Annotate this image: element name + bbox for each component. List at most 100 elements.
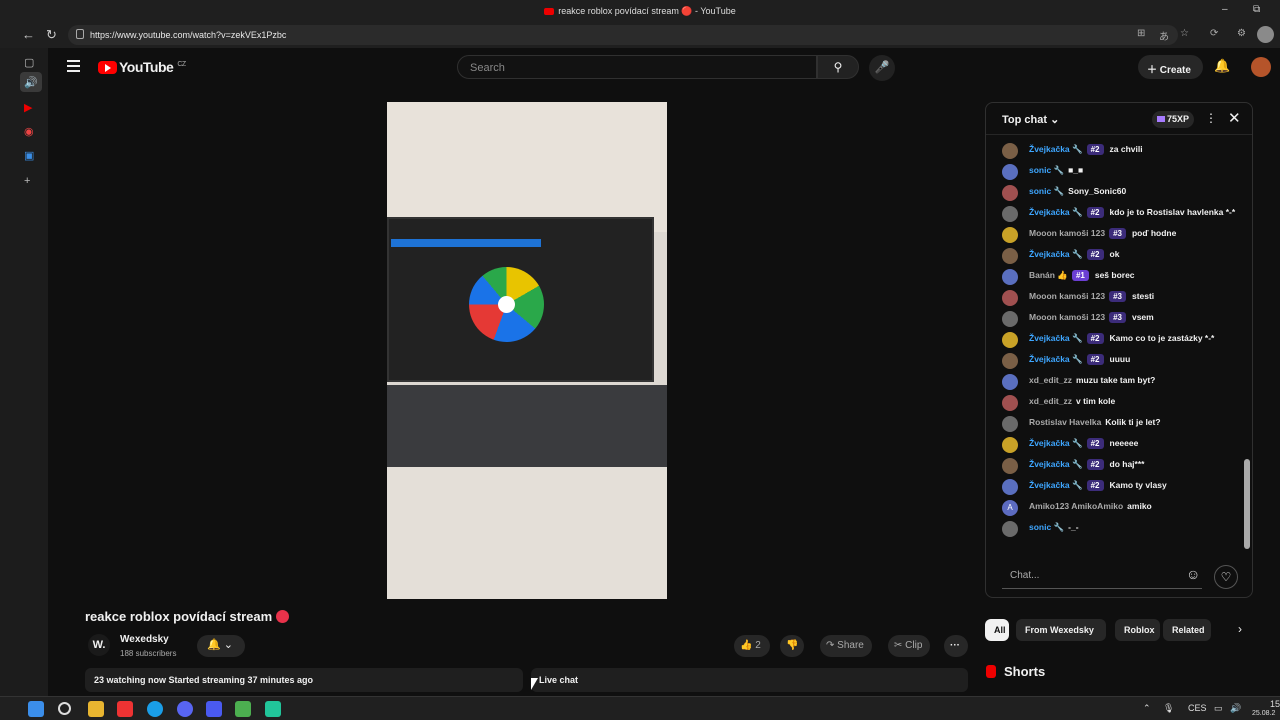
channel-name[interactable]: Wexedsky	[120, 634, 169, 645]
search-icon[interactable]: ⚲	[817, 55, 859, 79]
create-button[interactable]: ＋ Create	[1138, 55, 1203, 79]
chat-author-name[interactable]: Rostislav Havelka	[1029, 417, 1101, 427]
add-tab-icon[interactable]: +	[24, 175, 30, 187]
volume-icon[interactable]: 🔊	[1230, 703, 1241, 714]
chat-author-avatar[interactable]	[1002, 416, 1018, 432]
chat-author-avatar[interactable]	[1002, 332, 1018, 348]
chat-author-name[interactable]: Žvejkačka 🔧	[1029, 459, 1083, 469]
chat-message[interactable]: A Amiko123 AmikoAmiko amiko	[986, 496, 1244, 517]
tabs-icon[interactable]: ▢	[24, 56, 34, 69]
account-avatar[interactable]	[1251, 57, 1271, 77]
chat-input[interactable]: Chat...	[1002, 565, 1202, 589]
more-actions-button[interactable]: ···	[944, 635, 968, 657]
mic-tray-icon[interactable]: 🎙	[1163, 703, 1174, 714]
edge-icon[interactable]	[147, 701, 163, 717]
dislike-button[interactable]: 👎	[780, 635, 804, 657]
chat-author-avatar[interactable]	[1002, 269, 1018, 285]
chip-related[interactable]: Related	[1163, 619, 1211, 641]
chat-scrollbar[interactable]	[1244, 139, 1250, 559]
chat-author-avatar[interactable]	[1002, 395, 1018, 411]
chat-author-avatar[interactable]	[1002, 521, 1018, 537]
clock-date[interactable]: 25.08.2	[1252, 710, 1275, 717]
chevron-right-icon[interactable]: ›	[1238, 622, 1242, 636]
app-icon[interactable]: ⊞	[1137, 28, 1145, 39]
menu-icon[interactable]	[67, 60, 80, 72]
chat-message-list[interactable]: Žvejkačka 🔧 #2 za chvili sonic 🔧 ■_■ sonic 🔧 S…	[986, 139, 1244, 559]
microphone-icon[interactable]: 🎤	[869, 55, 895, 81]
chat-message[interactable]: Žvejkačka 🔧 #2 neeeee	[986, 433, 1244, 454]
chat-author-avatar[interactable]: A	[1002, 500, 1018, 516]
chat-author-name[interactable]: Mooon kamoši 123	[1029, 291, 1105, 301]
back-button[interactable]: ←	[22, 27, 35, 42]
chat-message[interactable]: Rostislav Havelka Kolik ti je let?	[986, 412, 1244, 433]
profile-avatar[interactable]	[1257, 26, 1274, 43]
chat-author-name[interactable]: Mooon kamoši 123	[1029, 228, 1105, 238]
chat-message[interactable]: Žvejkačka 🔧 #2 kdo je to Rostislav havlenk…	[986, 202, 1244, 223]
chat-author-avatar[interactable]	[1002, 479, 1018, 495]
chat-author-avatar[interactable]	[1002, 227, 1018, 243]
chat-message[interactable]: Žvejkačka 🔧 #2 uuuu	[986, 349, 1244, 370]
search-input[interactable]: Search	[457, 55, 817, 79]
clock-time[interactable]: 15	[1270, 699, 1280, 709]
chat-author-avatar[interactable]	[1002, 458, 1018, 474]
chat-author-name[interactable]: Amiko123 AmikoAmiko	[1029, 501, 1123, 511]
chat-author-name[interactable]: Banán 👍	[1029, 270, 1068, 280]
file-explorer-icon[interactable]	[88, 701, 104, 717]
chat-author-name[interactable]: xd_edit_zz	[1029, 375, 1072, 385]
roblox-studio-icon[interactable]	[206, 701, 222, 717]
address-bar[interactable]: https://www.youtube.com/watch?v=zekVEx1P…	[68, 25, 1178, 45]
xp-badge[interactable]: 75XP	[1152, 111, 1194, 128]
chat-message[interactable]: Mooon kamoši 123 #3 stesti	[986, 286, 1244, 307]
chat-author-avatar[interactable]	[1002, 290, 1018, 306]
chat-message[interactable]: Banán 👍 #1 seš borec	[986, 265, 1244, 286]
discord-icon[interactable]	[177, 701, 193, 717]
live-chat-toggle[interactable]: Live chat	[531, 668, 968, 692]
chat-author-name[interactable]: sonic 🔧	[1029, 522, 1064, 532]
chat-message[interactable]: Mooon kamoši 123 #3 vsem	[986, 307, 1244, 328]
chat-options-icon[interactable]: ⋮	[1205, 111, 1217, 125]
close-icon[interactable]: ✕	[1228, 109, 1241, 127]
restore-button[interactable]: ⧉	[1253, 4, 1260, 15]
chat-message[interactable]: xd_edit_zz v tim kole	[986, 391, 1244, 412]
search-taskbar-icon[interactable]	[58, 702, 71, 715]
heart-icon[interactable]: ♡	[1214, 565, 1238, 589]
chat-author-avatar[interactable]	[1002, 374, 1018, 390]
share-button[interactable]: ↷ Share	[820, 635, 872, 657]
chat-author-avatar[interactable]	[1002, 353, 1018, 369]
notifications-icon[interactable]: 🔔	[1214, 58, 1230, 74]
chat-author-name[interactable]: xd_edit_zz	[1029, 396, 1072, 406]
youtube-logo[interactable]: YouTube CZ	[98, 59, 186, 75]
video-player[interactable]	[387, 102, 667, 599]
chat-author-avatar[interactable]	[1002, 311, 1018, 327]
chat-author-name[interactable]: sonic 🔧	[1029, 165, 1064, 175]
minecraft-icon[interactable]	[235, 701, 251, 717]
notification-bell-button[interactable]: 🔔 ⌄	[197, 635, 245, 657]
chat-author-name[interactable]: Mooon kamoši 123	[1029, 312, 1105, 322]
refresh-icon[interactable]: ⟳	[1210, 28, 1218, 39]
chat-author-name[interactable]: Žvejkačka 🔧	[1029, 333, 1083, 343]
like-button[interactable]: 👍 2	[734, 635, 770, 657]
chat-author-name[interactable]: Žvejkačka 🔧	[1029, 144, 1083, 154]
chat-message[interactable]: sonic 🔧 -_-	[986, 517, 1244, 538]
chat-message[interactable]: sonic 🔧 Sony_Sonic60	[986, 181, 1244, 202]
start-icon[interactable]	[28, 701, 44, 717]
chat-message[interactable]: Žvejkačka 🔧 #2 do haj***	[986, 454, 1244, 475]
app-icon[interactable]	[265, 701, 281, 717]
chip-roblox[interactable]: Roblox	[1115, 619, 1160, 641]
record-icon[interactable]: ◉	[24, 125, 34, 138]
chat-author-name[interactable]: Žvejkačka 🔧	[1029, 249, 1083, 259]
tray-chevron-icon[interactable]: ⌃	[1143, 703, 1151, 714]
language-indicator[interactable]: CES	[1188, 703, 1207, 713]
chat-message[interactable]: xd_edit_zz muzu take tam byt?	[986, 370, 1244, 391]
emoji-icon[interactable]: ☺	[1186, 566, 1200, 582]
chat-author-name[interactable]: Žvejkačka 🔧	[1029, 207, 1083, 217]
channel-avatar[interactable]: W.	[88, 634, 110, 656]
chat-message[interactable]: Žvejkačka 🔧 #2 Kamo co to je zastázky *-*	[986, 328, 1244, 349]
extensions-icon[interactable]: ⚙	[1237, 28, 1246, 39]
chat-message[interactable]: sonic 🔧 ■_■	[986, 160, 1244, 181]
chat-author-name[interactable]: Žvejkačka 🔧	[1029, 438, 1083, 448]
chat-message[interactable]: Žvejkačka 🔧 #2 ok	[986, 244, 1244, 265]
minimize-button[interactable]: –	[1222, 4, 1228, 15]
chat-author-name[interactable]: sonic 🔧	[1029, 186, 1064, 196]
outlook-icon[interactable]: ▣	[24, 149, 34, 162]
